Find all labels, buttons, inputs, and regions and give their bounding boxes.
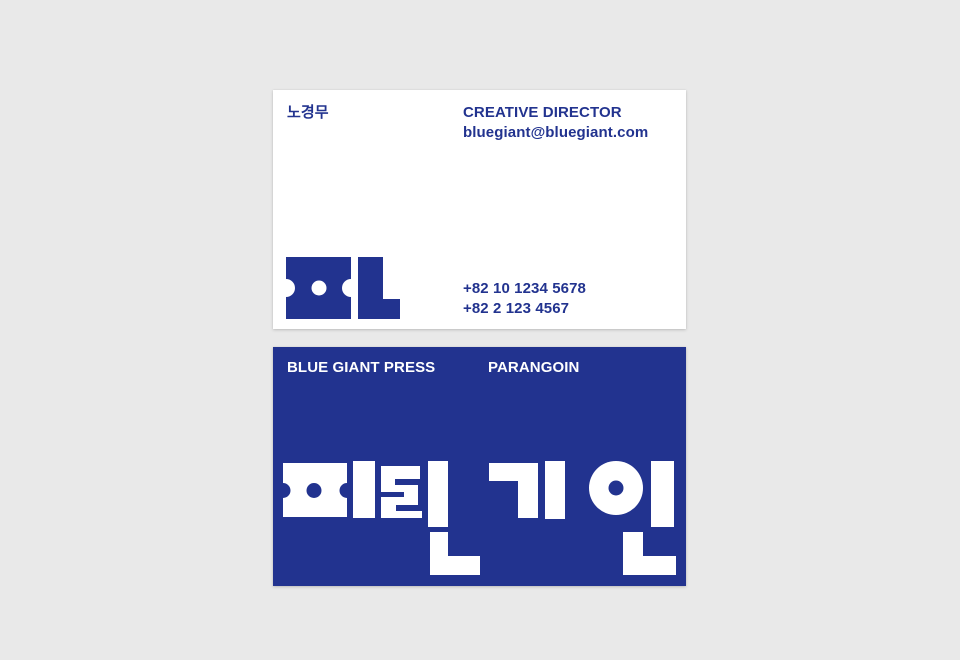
product-name: PARANGOIN [488, 359, 580, 376]
job-title: CREATIVE DIRECTOR [463, 104, 622, 121]
pa-glyph-logo-icon [286, 257, 400, 319]
person-name: 노경무 [287, 104, 329, 121]
email-address: bluegiant@bluegiant.com [463, 124, 649, 141]
mobile-phone: +82 10 1234 5678 [463, 280, 586, 297]
company-name: BLUE GIANT PRESS [287, 359, 436, 376]
business-card-back: BLUE GIANT PRESS PARANGOIN [273, 347, 686, 586]
business-card-front: 노경무 CREATIVE DIRECTOR bluegiant@bluegian… [273, 90, 686, 329]
office-phone: +82 2 123 4567 [463, 300, 570, 317]
paranggoin-wordmark-icon [283, 461, 676, 575]
